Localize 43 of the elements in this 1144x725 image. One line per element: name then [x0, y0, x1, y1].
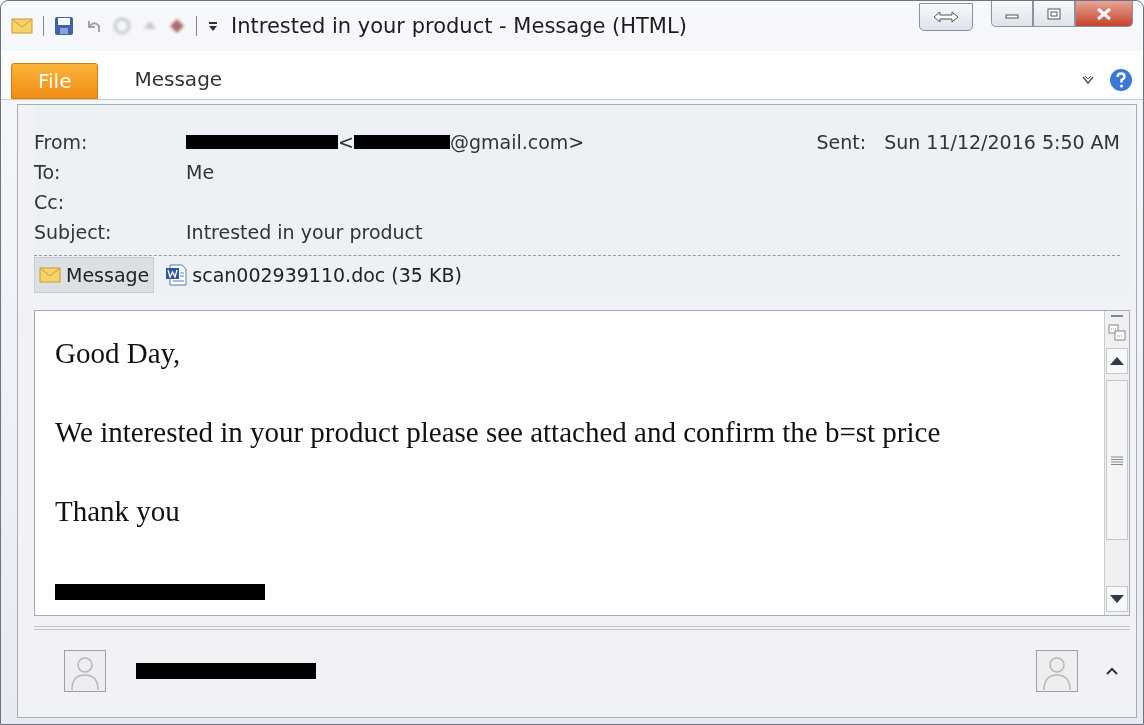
diamond-icon[interactable] — [168, 17, 186, 35]
help-icon[interactable] — [1109, 68, 1133, 92]
save-icon[interactable] — [54, 16, 74, 36]
grip-icon — [1111, 455, 1123, 465]
field-label: Sent: — [816, 131, 867, 153]
double-arrow-icon — [933, 10, 959, 24]
document-icon — [165, 264, 188, 286]
scroll-down-button[interactable] — [1106, 586, 1128, 612]
person-icon — [64, 649, 106, 692]
field-label: To: — [34, 161, 62, 183]
expand-ribbon-icon[interactable] — [1081, 74, 1095, 86]
body-text: We interested in your product please see attached and confirm the b=st price — [55, 416, 942, 449]
field-label: From: — [34, 131, 89, 153]
envelope-icon — [39, 267, 61, 283]
recipient: Me — [186, 161, 215, 183]
collapse-icon[interactable] — [1106, 666, 1118, 675]
field-label: Subject: — [34, 221, 113, 243]
person-icon — [1036, 649, 1078, 692]
ribbon-tab[interactable]: Message — [98, 61, 259, 97]
window-title: Intrested in your product - Message (HTML) — [231, 14, 688, 38]
dropdown-icon[interactable] — [207, 19, 219, 33]
down-triangle-icon — [1110, 595, 1124, 603]
body-text: Thank you — [55, 495, 181, 528]
attachment[interactable]: scan002939110.doc (35 KB) — [160, 257, 467, 293]
zone-icon[interactable] — [1108, 324, 1126, 342]
subject-text: Intrested in your product — [186, 221, 423, 243]
close-button[interactable] — [1075, 1, 1133, 27]
sent-date: Sun 11/12/2016 5:50 AM — [884, 131, 1120, 153]
sender-address: @gmail.com> — [449, 131, 585, 153]
maximize-button[interactable] — [1033, 1, 1075, 27]
envelope-icon — [11, 15, 33, 37]
field-label: Cc: — [34, 191, 66, 213]
split-handle-icon[interactable] — [1111, 314, 1123, 318]
scroll-thumb[interactable] — [1106, 380, 1128, 540]
up-triangle-icon — [1110, 357, 1124, 365]
scroll-up-button[interactable] — [1106, 348, 1128, 374]
maximize-icon — [1047, 7, 1061, 20]
close-icon — [1096, 6, 1112, 21]
resize-button[interactable] — [919, 3, 973, 31]
message-button[interactable]: Message — [34, 257, 155, 293]
sender-address: < — [338, 131, 354, 153]
body-text: Good Day, — [55, 337, 182, 370]
minimize-button[interactable] — [991, 1, 1033, 27]
